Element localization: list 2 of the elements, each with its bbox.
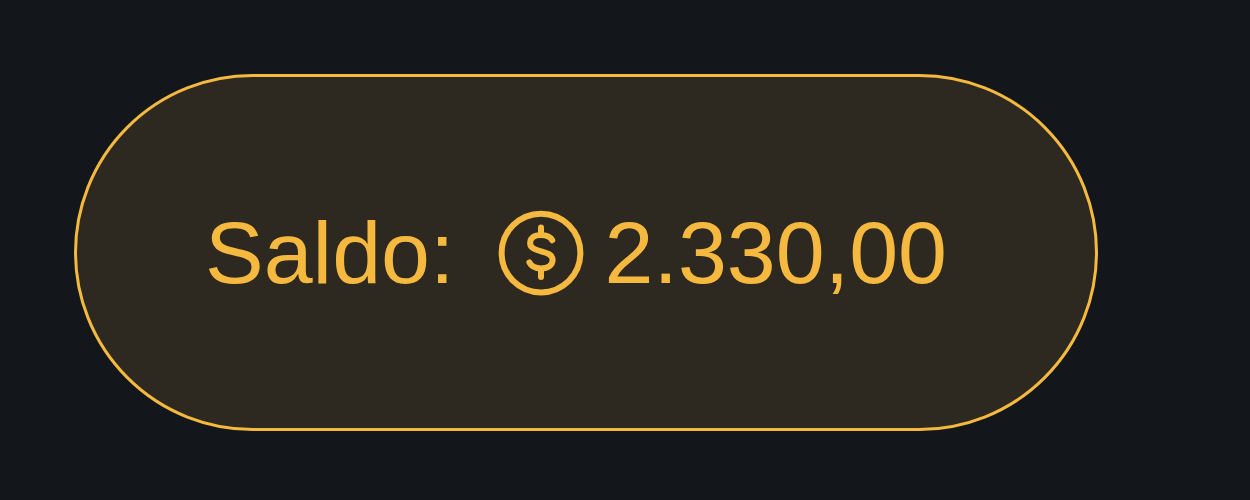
balance-label: Saldo: <box>204 201 455 304</box>
balance-amount: 2.330,00 <box>604 201 948 304</box>
